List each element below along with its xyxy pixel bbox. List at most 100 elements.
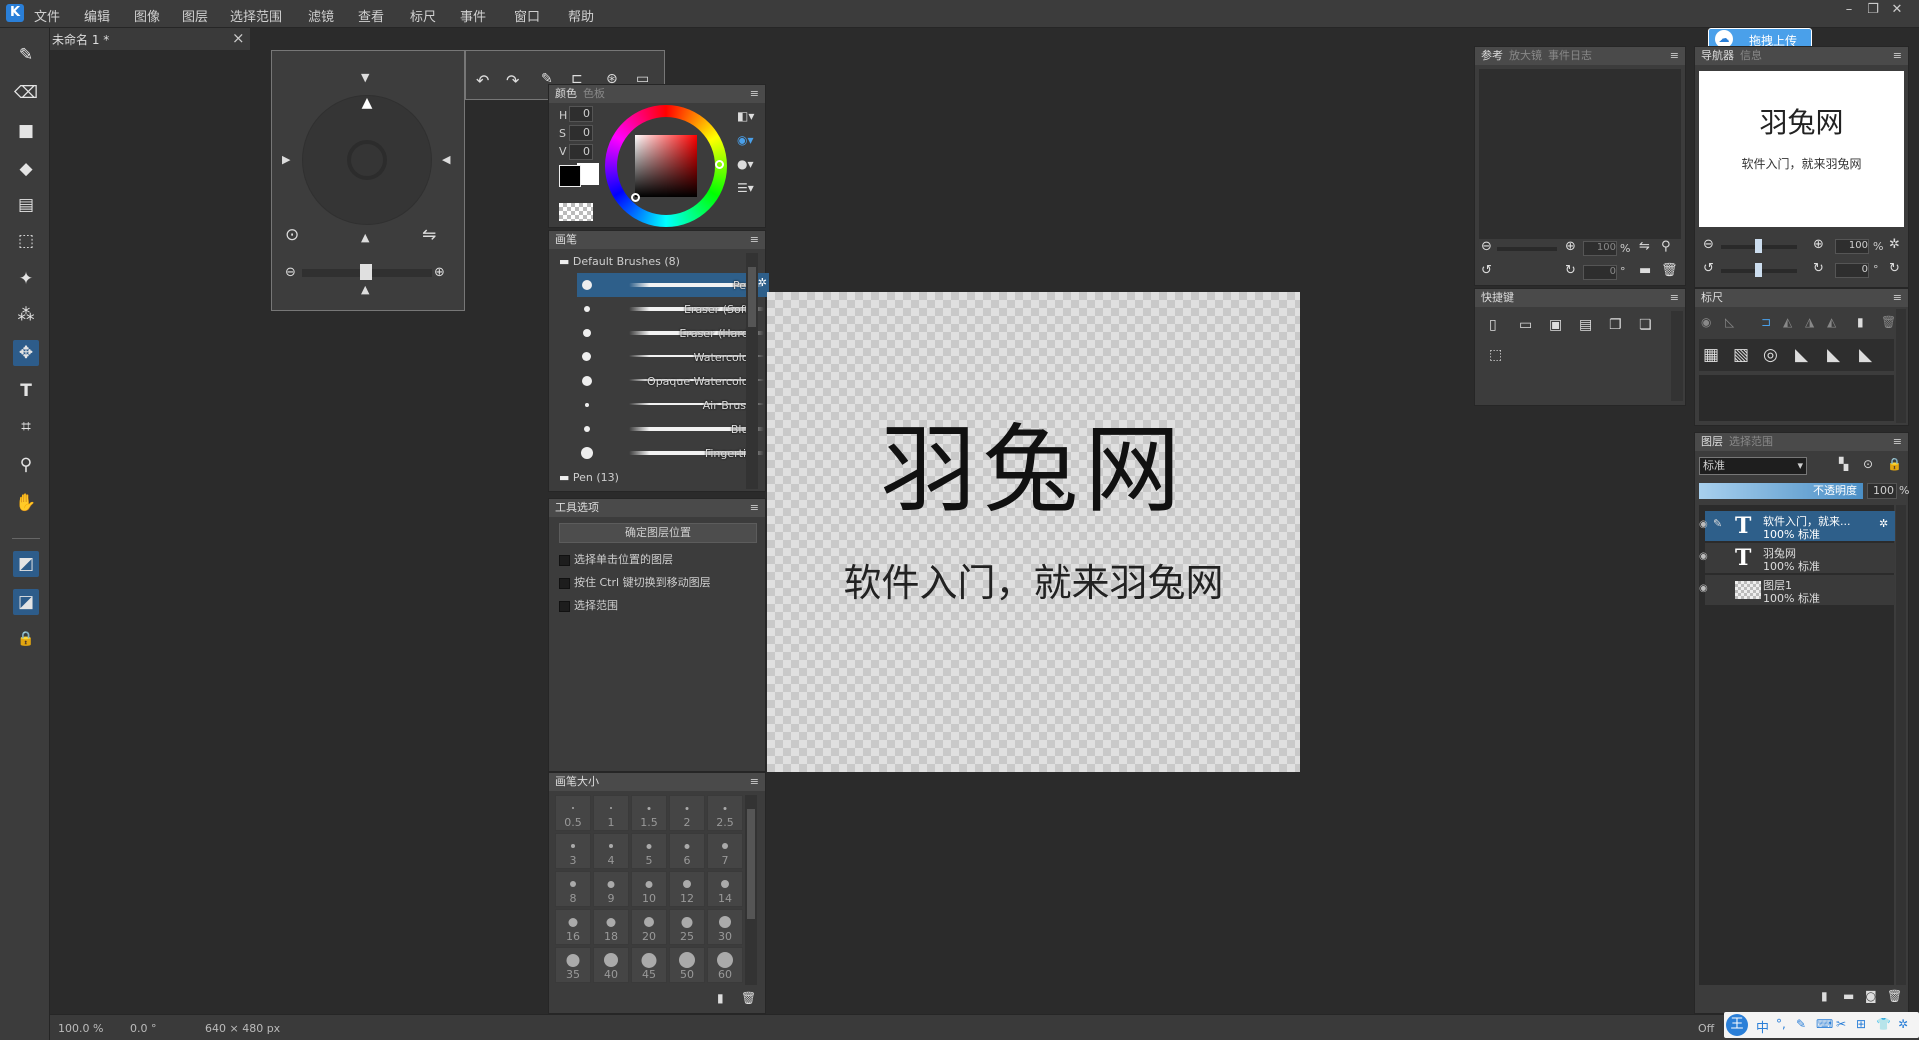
close-window-button[interactable]: ✕ [1885,2,1909,17]
edit-mode-icon[interactable]: ◩ [13,551,39,577]
new-layer-icon[interactable]: ▮ [1821,989,1828,1003]
ruler-list[interactable] [1699,375,1894,421]
menu-event[interactable]: 事件 [460,6,486,25]
brush-item[interactable]: Watercolor [577,345,769,369]
copy-icon[interactable]: ❐ [1609,317,1622,333]
tab-navigator[interactable]: 导航器 [1701,49,1734,62]
opacity-slider[interactable]: 不透明度 [1699,483,1863,499]
panel-menu-icon[interactable]: ≡ [750,231,759,249]
ime-lang-icon[interactable]: 中 [1756,1017,1769,1036]
layer-row[interactable]: ◉ 图层1 100% 标准 [1699,575,1895,605]
layer-scrollbar[interactable] [1896,505,1906,985]
nav-reset-icon[interactable]: ↻ [1889,261,1900,276]
tab-event-log[interactable]: 事件日志 [1548,49,1592,62]
layer-row[interactable]: ◉ T 羽兔网 100% 标准 [1699,543,1895,573]
brush-size-cell[interactable]: 18 [593,909,629,945]
option-ctrl-switch[interactable]: 按住 Ctrl 键切换到移动图层 [559,574,711,590]
move-tool-icon[interactable]: ✥ [13,340,39,366]
new-folder-icon[interactable]: ▬ [1843,989,1854,1003]
hue-wheel[interactable] [605,105,727,227]
panel-menu-icon[interactable]: ≡ [750,85,759,103]
canvas-title-text[interactable]: 羽兔网 [767,392,1300,531]
tab-close-icon[interactable]: × [232,29,245,47]
color-list-icon[interactable]: ☰▾ [737,181,754,195]
panel-menu-icon[interactable]: ≡ [750,499,759,517]
ime-settings-icon[interactable]: ✲ [1898,1017,1908,1031]
save-icon[interactable]: ▣ [1549,317,1562,333]
brush-item[interactable]: Eraser (Hard) [577,321,769,345]
trash-icon[interactable]: 🗑 [1661,263,1678,278]
brush-item[interactable]: Opaque Watercolor [577,369,769,393]
brush-size-cell[interactable]: 9 [593,871,629,907]
menu-view[interactable]: 查看 [358,6,384,25]
eraser-tool-icon[interactable]: ⌫ [13,80,39,106]
save-as-icon[interactable]: ▤ [1579,317,1592,333]
canvas-subtitle-text[interactable]: 软件入门，就来羽兔网 [767,552,1300,607]
up-arrow-icon[interactable]: ▼ [361,71,369,84]
brush-size-cell[interactable]: 35 [555,947,591,983]
brush-size-cell[interactable]: 8 [555,871,591,907]
undo-icon[interactable]: ↶ [476,71,489,90]
option-selection[interactable]: 选择范围 [559,597,618,613]
ruler-visible-icon[interactable]: ◉ [1701,315,1711,329]
brush-size-cell[interactable]: 5 [631,833,667,869]
brush-size-cell[interactable]: 25 [669,909,705,945]
maximize-button[interactable]: ❐ [1861,2,1885,17]
brush-group-pen[interactable]: ▬ Pen (13) [559,471,619,484]
brush-size-cell[interactable]: 6 [669,833,705,869]
layer-mask-icon[interactable]: ▚ [1839,457,1848,471]
menu-filter[interactable]: 滤镜 [308,6,334,25]
ime-keyboard-icon[interactable]: ⌨ [1816,1017,1833,1031]
lock-icon[interactable]: 🔒 [13,626,39,652]
menu-window[interactable]: 窗口 [514,6,540,25]
rotate-right-icon[interactable]: ↻ [1813,261,1824,276]
color-picker-icon[interactable]: ◉▾ [737,133,754,147]
menu-help[interactable]: 帮助 [568,6,594,25]
ref-angle-input[interactable]: 0 [1583,265,1617,280]
up-small-icon[interactable]: ▲ [361,231,369,244]
eyedropper-icon[interactable]: ⚲ [13,452,39,478]
rotate-right-icon[interactable]: ↻ [1565,263,1576,278]
redo-icon[interactable]: ↷ [506,71,519,90]
size-scrollbar[interactable] [745,795,757,985]
parallel-ruler-icon[interactable]: ▦ [1703,345,1719,365]
reference-view[interactable] [1479,69,1681,239]
menu-file[interactable]: 文件 [34,6,60,25]
brush-item[interactable]: Air Brush [577,393,769,417]
brush-item[interactable]: Pen ✲ [577,273,769,297]
paste-icon[interactable]: ❏ [1639,317,1652,333]
tab-swatch[interactable]: 色板 [583,87,605,100]
menu-layer[interactable]: 图层 [182,6,208,25]
minimize-button[interactable]: – [1837,2,1861,17]
perspective1-icon[interactable]: ◣ [1795,345,1808,365]
brush-size-cell[interactable]: 40 [593,947,629,983]
panel-menu-icon[interactable]: ≡ [1670,289,1679,307]
menu-image[interactable]: 图像 [134,6,160,25]
panel-menu-icon[interactable]: ≡ [1893,433,1902,451]
ruler-link-icon[interactable]: ⊐ [1761,315,1771,329]
right-arrow-icon[interactable]: ▶ [282,153,290,166]
foreground-color[interactable] [559,165,581,187]
perspective3-icon[interactable]: ◣ [1859,345,1872,365]
pen-tool-icon[interactable]: ✎ [13,42,39,68]
brush-size-cell[interactable]: 7 [707,833,743,869]
tab-selection[interactable]: 选择范围 [1729,435,1773,448]
fill-tool-icon[interactable]: ◆ [13,156,39,182]
brush-item[interactable]: Fingertip [577,441,769,465]
navigator-thumbnail[interactable]: 羽兔网 软件入门，就来羽兔网 [1699,71,1904,227]
eye-icon[interactable]: ◉ [1699,551,1708,562]
saturation-square[interactable] [635,135,697,197]
v-input[interactable]: 0 [569,144,593,160]
brush-item[interactable]: Blur [577,417,769,441]
brush-size-cell[interactable]: 2 [669,795,705,831]
canvas-mode-icon[interactable]: ◪ [13,589,39,615]
fit-view-icon[interactable]: ⊙ [285,225,299,245]
tab-info[interactable]: 信息 [1740,49,1762,62]
ref-zoom-input[interactable]: 100 [1583,241,1617,256]
rotate-left-icon[interactable]: ↺ [1703,261,1714,276]
brush-size-cell[interactable]: 45 [631,947,667,983]
brush-size-cell[interactable]: 10 [631,871,667,907]
canvas[interactable]: 羽兔网 软件入门，就来羽兔网 [767,292,1300,772]
zoom-out-icon[interactable]: ⊖ [285,265,296,280]
menu-ruler[interactable]: 标尺 [410,6,436,25]
